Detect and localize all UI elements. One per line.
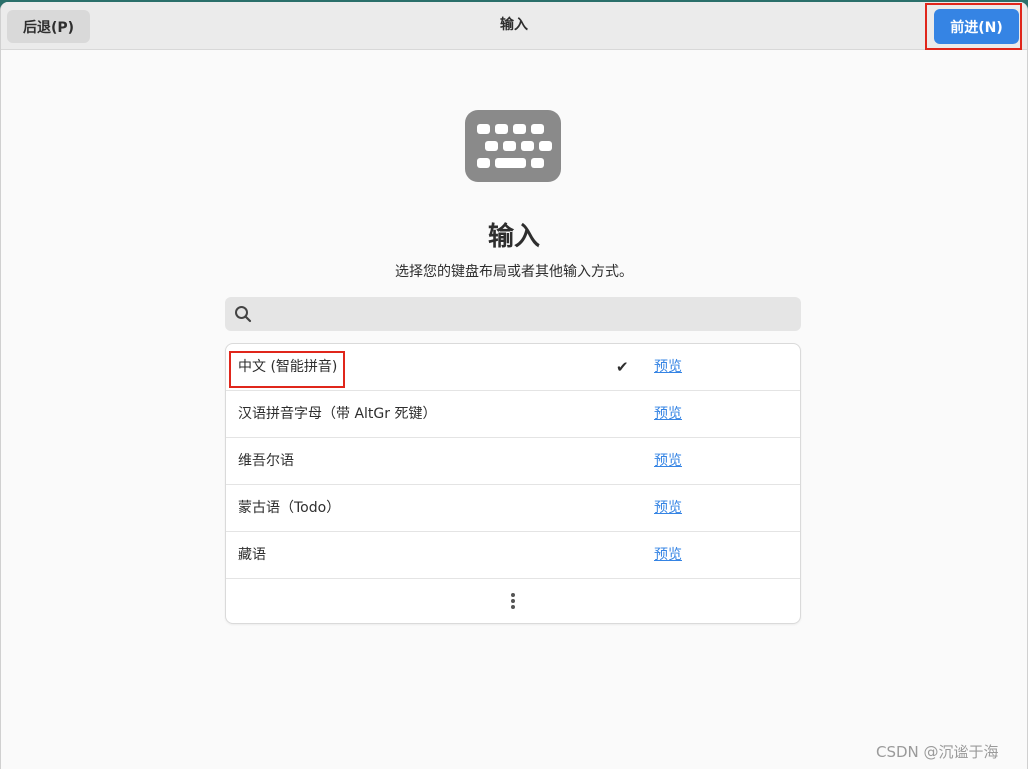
search-icon	[235, 306, 252, 323]
preview-link[interactable]: 预览	[654, 391, 682, 438]
list-item[interactable]: 维吾尔语 预览	[226, 438, 800, 485]
list-item[interactable]: 汉语拼音字母（带 AltGr 死键） 预览	[226, 391, 800, 438]
next-button[interactable]: 前进(N)	[934, 9, 1019, 44]
watermark: CSDN @沉谧于海	[876, 743, 999, 761]
keyboard-icon	[465, 110, 561, 182]
key-shape	[495, 124, 508, 134]
page-subtitle: 选择您的键盘布局或者其他输入方式。	[395, 264, 633, 280]
key-shape	[485, 141, 498, 151]
header-bar: 后退(P) 输入 前进(N)	[1, 2, 1027, 50]
spacebar-shape	[495, 158, 526, 168]
preview-link[interactable]: 预览	[654, 344, 682, 391]
preview-link[interactable]: 预览	[654, 532, 682, 579]
show-more-button[interactable]	[226, 579, 800, 623]
list-item[interactable]: 中文 (智能拼音) ✔ 预览	[226, 344, 800, 391]
header-title: 输入	[500, 17, 528, 33]
input-source-label: 汉语拼音字母（带 AltGr 死键）	[238, 406, 437, 422]
checkmark-icon: ✔	[616, 358, 629, 376]
key-shape	[477, 158, 490, 168]
preview-link[interactable]: 预览	[654, 438, 682, 485]
page-title: 输入	[487, 222, 540, 252]
input-source-label: 蒙古语（Todo）	[238, 500, 341, 516]
key-shape	[531, 158, 544, 168]
key-shape	[477, 124, 490, 134]
more-options-icon	[509, 593, 517, 611]
setup-window: 后退(P) 输入 前进(N) 输入 选择您的键盘布局或者其他输入方式。 中文 (…	[0, 2, 1028, 769]
search-input[interactable]	[261, 297, 795, 333]
input-source-label: 维吾尔语	[238, 453, 294, 469]
key-shape	[539, 141, 552, 151]
input-source-list: 中文 (智能拼音) ✔ 预览 汉语拼音字母（带 AltGr 死键） 预览 维吾尔…	[225, 343, 801, 624]
list-item[interactable]: 蒙古语（Todo） 预览	[226, 485, 800, 532]
key-shape	[521, 141, 534, 151]
search-field[interactable]	[225, 297, 801, 333]
key-shape	[531, 124, 544, 134]
key-shape	[513, 124, 526, 134]
key-shape	[503, 141, 516, 151]
input-source-label: 藏语	[238, 547, 266, 563]
input-source-label: 中文 (智能拼音)	[238, 359, 338, 375]
preview-link[interactable]: 预览	[654, 485, 682, 532]
list-item[interactable]: 藏语 预览	[226, 532, 800, 579]
